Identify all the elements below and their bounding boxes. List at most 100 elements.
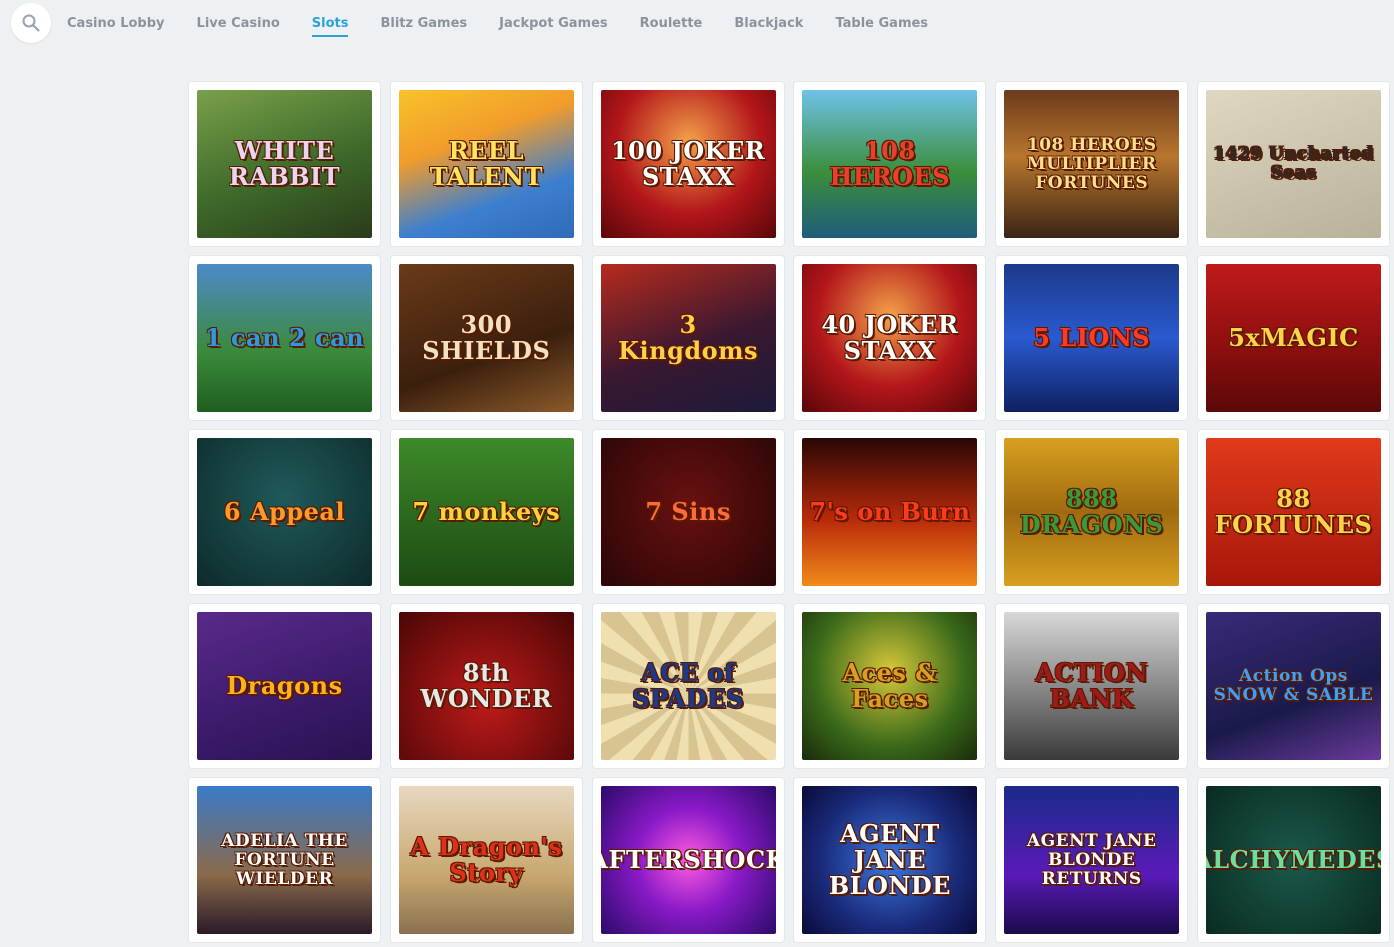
game-title: 3 Kingdoms — [618, 310, 759, 365]
game-thumbnail[interactable]: REEL TALENT — [398, 90, 574, 238]
game-tile[interactable]: 88 FORTUNES — [1197, 430, 1389, 594]
search-icon — [22, 14, 40, 32]
game-tile[interactable]: ACTION BANK — [996, 604, 1188, 768]
game-title: 88 FORTUNES — [1214, 484, 1373, 539]
game-thumbnail[interactable]: 7 Sins — [600, 438, 776, 586]
game-tile[interactable]: 8th WONDER — [390, 604, 582, 768]
game-grid: WHITE RABBIT REEL TALENT 100 JOKER STAXX 10… — [189, 82, 1389, 942]
game-title: 7 Sins — [645, 497, 731, 526]
game-thumbnail[interactable]: 108 HEROES — [802, 90, 978, 238]
game-tile[interactable]: 3 Kingdoms — [592, 256, 784, 420]
game-tile[interactable]: 1 can 2 can — [189, 256, 380, 420]
tab-blitz-games[interactable]: Blitz Games — [380, 16, 467, 37]
tab-table-games[interactable]: Table Games — [835, 16, 928, 37]
game-thumbnail[interactable]: 5 LIONS — [1004, 264, 1180, 412]
game-tile[interactable]: AGENT JANE BLONDE — [794, 778, 986, 942]
game-title: 7's on Burn — [809, 497, 971, 526]
game-thumbnail[interactable]: Dragons — [197, 612, 372, 760]
game-tile[interactable]: ACE of SPADES — [592, 604, 784, 768]
game-thumbnail[interactable]: 3 Kingdoms — [600, 264, 776, 412]
game-tile[interactable]: 1429 Uncharted Seas — [1197, 82, 1389, 246]
game-title: A Dragon's Story — [410, 832, 563, 887]
game-title: ADELIA THE FORTUNE WIELDER — [221, 830, 348, 889]
game-thumbnail[interactable]: 888 DRAGONS — [1004, 438, 1180, 586]
game-title: ALCHYMEDES — [1206, 845, 1381, 874]
game-title: 40 JOKER STAXX — [821, 310, 959, 365]
search-button[interactable] — [11, 3, 51, 43]
game-tile[interactable]: ADELIA THE FORTUNE WIELDER — [189, 778, 380, 942]
game-tile[interactable]: 5xMAGIC — [1197, 256, 1389, 420]
game-title: 1429 Uncharted Seas — [1213, 144, 1374, 183]
game-thumbnail[interactable]: ADELIA THE FORTUNE WIELDER — [197, 786, 372, 934]
game-title: 1 can 2 can — [204, 323, 365, 352]
game-tile[interactable]: 7 Sins — [592, 430, 784, 594]
game-thumbnail[interactable]: Action Ops SNOW & SABLE — [1205, 612, 1381, 760]
game-thumbnail[interactable]: 6 Appeal — [197, 438, 372, 586]
game-tile[interactable]: REEL TALENT — [390, 82, 582, 246]
tab-casino-lobby[interactable]: Casino Lobby — [67, 16, 165, 37]
game-tile[interactable]: AGENT JANE BLONDE RETURNS — [996, 778, 1188, 942]
game-thumbnail[interactable]: Aces & Faces — [802, 612, 978, 760]
game-thumbnail[interactable]: 5xMAGIC — [1205, 264, 1381, 412]
game-thumbnail[interactable]: 88 FORTUNES — [1205, 438, 1381, 586]
game-thumbnail[interactable]: 300 SHIELDS — [398, 264, 574, 412]
game-title: 300 SHIELDS — [422, 310, 551, 365]
game-tile[interactable]: Action Ops SNOW & SABLE — [1197, 604, 1389, 768]
game-thumbnail[interactable]: 1429 Uncharted Seas — [1205, 90, 1381, 238]
game-tile[interactable]: Dragons — [189, 604, 380, 768]
game-tile[interactable]: ALCHYMEDES — [1197, 778, 1389, 942]
top-navigation-bar: Casino Lobby Live Casino Slots Blitz Gam… — [0, 0, 1394, 50]
tab-blackjack[interactable]: Blackjack — [734, 16, 803, 37]
game-thumbnail[interactable]: AGENT JANE BLONDE RETURNS — [1004, 786, 1180, 934]
game-title: AGENT JANE BLONDE RETURNS — [1026, 830, 1157, 889]
game-title: 7 monkeys — [412, 497, 561, 526]
game-title: 108 HEROES — [829, 136, 951, 191]
game-thumbnail[interactable]: 1 can 2 can — [197, 264, 372, 412]
game-thumbnail[interactable]: A Dragon's Story — [398, 786, 574, 934]
game-title: 5xMAGIC — [1228, 323, 1359, 352]
game-tile[interactable]: 108 HEROES MULTIPLIER FORTUNES — [996, 82, 1188, 246]
game-thumbnail[interactable]: 7 monkeys — [398, 438, 574, 586]
game-title: Aces & Faces — [842, 658, 938, 713]
game-thumbnail[interactable]: ACE of SPADES — [600, 612, 776, 760]
game-tile[interactable]: AFTERSHOCK — [592, 778, 784, 942]
game-thumbnail[interactable]: AFTERSHOCK — [600, 786, 776, 934]
game-title: AFTERSHOCK — [601, 845, 776, 874]
game-thumbnail[interactable]: 8th WONDER — [398, 612, 574, 760]
game-title: ACTION BANK — [1035, 658, 1149, 713]
game-title: WHITE RABBIT — [228, 136, 341, 191]
game-tile[interactable]: Aces & Faces — [794, 604, 986, 768]
game-tile[interactable]: 300 SHIELDS — [390, 256, 582, 420]
game-thumbnail[interactable]: ACTION BANK — [1004, 612, 1180, 760]
tab-roulette[interactable]: Roulette — [640, 16, 703, 37]
tab-live-casino[interactable]: Live Casino — [197, 16, 280, 37]
game-tile[interactable]: 7's on Burn — [794, 430, 986, 594]
game-thumbnail[interactable]: 7's on Burn — [802, 438, 978, 586]
game-tile[interactable]: 888 DRAGONS — [996, 430, 1188, 594]
game-title: 6 Appeal — [223, 497, 346, 526]
game-title: AGENT JANE BLONDE — [828, 819, 951, 900]
game-thumbnail[interactable]: 100 JOKER STAXX — [600, 90, 776, 238]
tab-slots[interactable]: Slots — [311, 16, 349, 37]
game-thumbnail[interactable]: AGENT JANE BLONDE — [802, 786, 978, 934]
game-thumbnail[interactable]: 40 JOKER STAXX — [802, 264, 978, 412]
game-tile[interactable]: 100 JOKER STAXX — [592, 82, 784, 246]
game-tile[interactable]: 7 monkeys — [390, 430, 582, 594]
game-title: Action Ops SNOW & SABLE — [1213, 666, 1374, 705]
category-tabs: Casino Lobby Live Casino Slots Blitz Gam… — [67, 16, 960, 37]
game-thumbnail[interactable]: 108 HEROES MULTIPLIER FORTUNES — [1004, 90, 1180, 238]
game-title: 100 JOKER STAXX — [610, 136, 766, 191]
game-thumbnail[interactable]: ALCHYMEDES — [1205, 786, 1381, 934]
game-thumbnail[interactable]: WHITE RABBIT — [197, 90, 372, 238]
game-tile[interactable]: WHITE RABBIT — [189, 82, 380, 246]
game-tile[interactable]: 5 LIONS — [996, 256, 1188, 420]
game-tile[interactable]: A Dragon's Story — [390, 778, 582, 942]
game-title: 8th WONDER — [420, 658, 553, 713]
game-tile[interactable]: 6 Appeal — [189, 430, 380, 594]
game-title: 5 LIONS — [1033, 323, 1151, 352]
tab-jackpot-games[interactable]: Jackpot Games — [499, 16, 607, 37]
game-title: Dragons — [226, 671, 343, 700]
game-tile[interactable]: 108 HEROES — [794, 82, 986, 246]
game-tile[interactable]: 40 JOKER STAXX — [794, 256, 986, 420]
game-title: 108 HEROES MULTIPLIER FORTUNES — [1026, 134, 1157, 193]
